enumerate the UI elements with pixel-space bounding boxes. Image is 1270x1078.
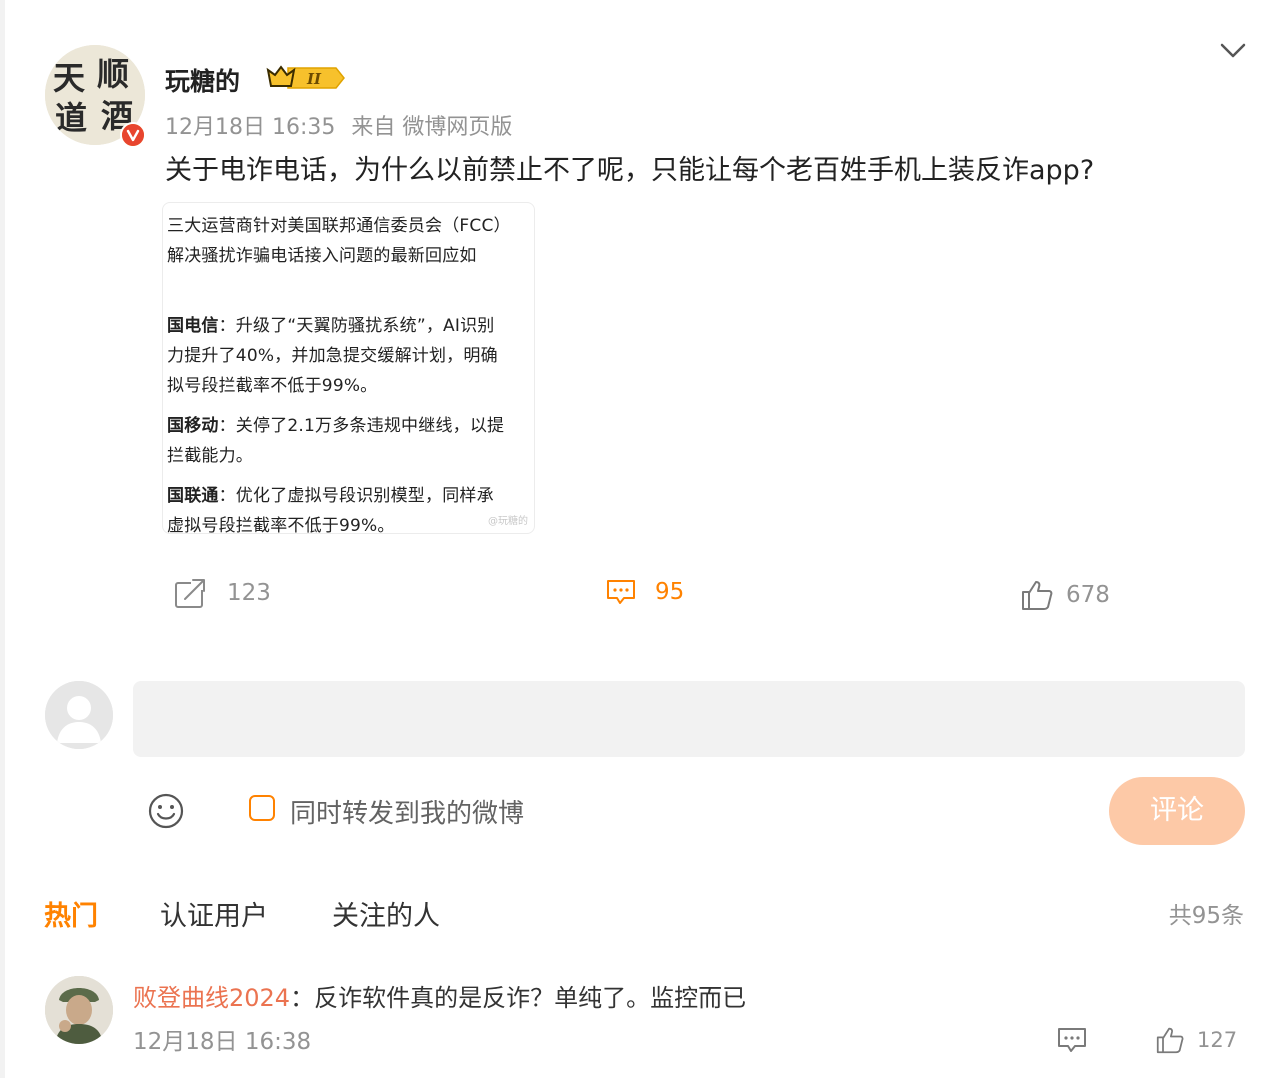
comment-separator: ： [290, 984, 315, 1012]
post-date[interactable]: 12月18日 16:35 [165, 115, 335, 140]
image-watermark: @玩糖的 [488, 516, 528, 527]
like-count: 678 [1066, 582, 1110, 608]
image-text-line: 虚拟号段拦截率不低于99%。 [167, 516, 395, 534]
tab-hot[interactable]: 热门 [44, 894, 98, 933]
page-edge [0, 0, 5, 1078]
comment-input[interactable] [133, 681, 1245, 757]
image-text-line: 力提升了40%，并加急提交缓解计划，明确 [167, 346, 498, 366]
submit-comment-button[interactable]: 评论 [1109, 777, 1245, 845]
image-text-line: 三大运营商针对美国联邦通信委员会（FCC） [167, 216, 511, 236]
avatar-char: 道 [55, 99, 87, 137]
forward-label[interactable]: 同时转发到我的微博 [290, 793, 524, 830]
comment-line: 败登曲线2024：反诈软件真的是反诈？单纯了。监控而已 [133, 978, 746, 1013]
repost-count: 123 [227, 580, 271, 606]
post-meta: 12月18日 16:35 来自 微博网页版 [165, 109, 512, 141]
like-button[interactable]: 678 [1020, 579, 1110, 611]
collapse-chevron-icon[interactable] [1218, 38, 1248, 62]
image-text-line: 拟号段拦截率不低于99%。 [167, 376, 378, 396]
image-text-line: 拦截能力。 [167, 446, 253, 466]
emoji-icon[interactable] [147, 792, 185, 834]
comment-total: 共95条 [1168, 903, 1244, 929]
comment-like-button[interactable]: 127 [1155, 1026, 1237, 1054]
comment-icon [607, 580, 635, 604]
tab-verified-users[interactable]: 认证用户 [160, 894, 268, 933]
post-source: 来自 微博网页版 [351, 115, 513, 140]
tab-following[interactable]: 关注的人 [332, 894, 440, 933]
comment-text: 反诈软件真的是反诈？单纯了。监控而已 [314, 984, 747, 1012]
repost-button[interactable]: 123 [173, 577, 271, 609]
reply-icon [1058, 1028, 1086, 1052]
avatar-char: 天 [53, 59, 85, 97]
post-image[interactable]: 三大运营商针对美国联邦通信委员会（FCC） 解决骚扰诈骗电话接入问题的最新回应如… [162, 202, 535, 534]
post-body: 关于电诈电话，为什么以前禁止不了呢，只能让每个老百姓手机上装反诈app? [165, 155, 1095, 186]
repost-icon [175, 578, 207, 608]
comment-like-count: 127 [1197, 1028, 1238, 1052]
avatar-char: 顺 [97, 55, 129, 93]
comment-time: 12月18日 16:38 [133, 1029, 312, 1055]
like-icon [1022, 581, 1053, 610]
member-level-badge[interactable]: II [266, 64, 346, 96]
verified-v-icon [120, 122, 146, 148]
image-text-line: 国联通：优化了虚拟号段识别模型，同样承 [167, 486, 494, 506]
image-text-line: 解决骚扰诈骗电话接入问题的最新回应如 [167, 246, 477, 266]
my-avatar[interactable] [45, 681, 113, 749]
forward-checkbox[interactable] [249, 795, 275, 821]
image-text-line: 国电信：升级了“天翼防骚扰系统”，AI识别 [167, 316, 495, 336]
comment-count: 95 [655, 579, 685, 605]
commenter-name[interactable]: 败登曲线2024 [133, 984, 290, 1012]
author-name[interactable]: 玩糖的 [165, 62, 240, 98]
level-text: II [306, 70, 322, 88]
commenter-avatar[interactable] [45, 976, 113, 1044]
image-text-line: 国移动：关停了2.1万多条违规中继线，以提 [167, 416, 505, 436]
comment-like-icon [1156, 1027, 1184, 1054]
comment-button[interactable]: 95 [605, 577, 684, 607]
reply-button[interactable] [1056, 1025, 1088, 1059]
